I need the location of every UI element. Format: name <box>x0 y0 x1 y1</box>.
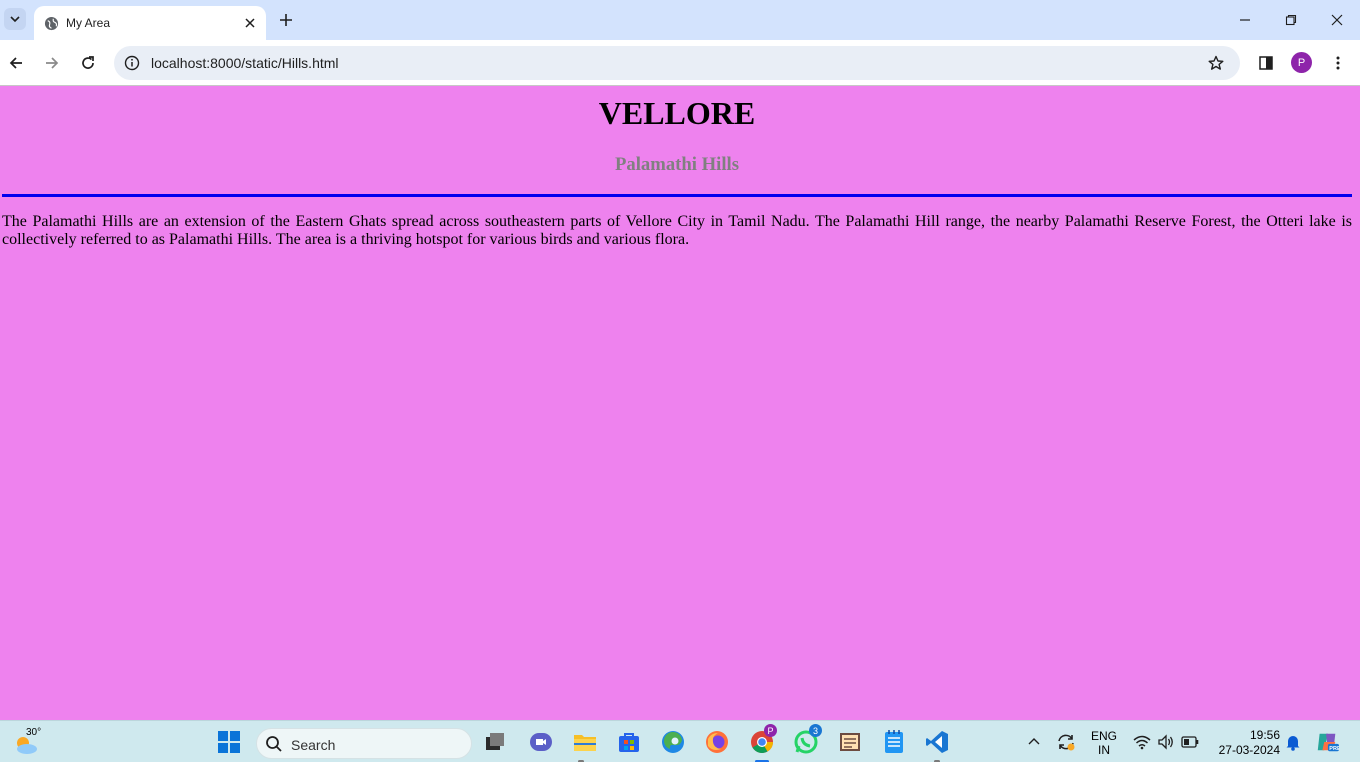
notepad-icon[interactable] <box>882 730 906 754</box>
whatsapp-icon[interactable]: 3 <box>794 724 822 754</box>
taskbar-search-input[interactable]: Search <box>256 728 472 759</box>
tab-search-icon[interactable] <box>4 8 26 30</box>
plus-icon[interactable] <box>276 10 296 30</box>
clock[interactable]: 19:56 27-03-2024 <box>1212 728 1280 758</box>
horizontal-rule <box>2 194 1352 197</box>
tab-title: My Area <box>66 16 111 30</box>
reload-icon[interactable] <box>77 52 99 74</box>
minimize-icon[interactable] <box>1233 8 1257 32</box>
whatsapp-badge: 3 <box>809 724 822 737</box>
wifi-icon[interactable] <box>1130 730 1154 754</box>
weather-widget[interactable]: 30° <box>12 727 44 757</box>
meet-icon[interactable] <box>529 730 553 754</box>
avatar[interactable]: P <box>1291 52 1312 73</box>
sync-icon[interactable] <box>1054 730 1078 754</box>
page-title: VELLORE <box>598 95 756 131</box>
store-icon[interactable] <box>617 730 641 754</box>
region-code: IN <box>1098 743 1110 757</box>
close-icon[interactable] <box>240 13 260 33</box>
star-icon[interactable] <box>1206 53 1226 73</box>
restore-icon[interactable] <box>1279 8 1303 32</box>
close-window-icon[interactable] <box>1325 8 1349 32</box>
copilot-icon[interactable]: PRE <box>1315 730 1339 754</box>
address-bar[interactable]: localhost:8000/static/Hills.html <box>114 46 1240 80</box>
bell-icon[interactable] <box>1281 730 1305 754</box>
sidepanel-icon[interactable] <box>1255 52 1277 74</box>
active-tab[interactable]: My Area <box>34 6 266 40</box>
svg-text:PRE: PRE <box>1329 746 1339 752</box>
back-icon[interactable] <box>5 52 27 74</box>
search-placeholder: Search <box>291 737 336 753</box>
vscode-icon[interactable] <box>925 730 949 762</box>
file-explorer-icon[interactable] <box>573 730 597 762</box>
globe-icon <box>43 15 59 31</box>
windows-icon[interactable] <box>217 730 241 754</box>
language-code: ENG <box>1090 729 1117 743</box>
firefox-icon[interactable] <box>705 730 729 754</box>
search-icon <box>266 736 282 752</box>
task-view-icon[interactable] <box>483 730 507 754</box>
clock-time: 19:56 <box>1249 728 1280 742</box>
url-text: localhost:8000/static/Hills.html <box>151 55 339 71</box>
browser-toolbar: localhost:8000/static/Hills.html <box>0 40 1360 86</box>
chrome-profile-badge: P <box>764 724 777 737</box>
chrome-icon[interactable]: P <box>750 724 777 762</box>
description-paragraph: The Palamathi Hills are an extension of … <box>2 213 1352 248</box>
page-content: VELLORE Palamathi Hills The Palamathi Hi… <box>0 87 1360 720</box>
taskbar: 30° Search P 3 ENG IN 19:56 27-03-2024 P… <box>0 720 1360 762</box>
language-indicator[interactable]: ENG IN <box>1088 729 1120 757</box>
clock-date: 27-03-2024 <box>1218 743 1280 757</box>
edge-icon[interactable] <box>661 730 685 754</box>
weather-temp: 30° <box>26 727 42 738</box>
chevron-up-icon[interactable] <box>1022 730 1046 754</box>
page-subtitle: Palamathi Hills <box>614 154 740 175</box>
info-icon[interactable] <box>122 53 142 73</box>
volume-icon[interactable] <box>1154 730 1178 754</box>
app-icon[interactable] <box>838 730 862 754</box>
tab-bar: My Area <box>0 0 1360 40</box>
menu-icon[interactable] <box>1327 52 1349 74</box>
battery-icon[interactable] <box>1178 730 1202 754</box>
forward-icon[interactable] <box>41 52 63 74</box>
